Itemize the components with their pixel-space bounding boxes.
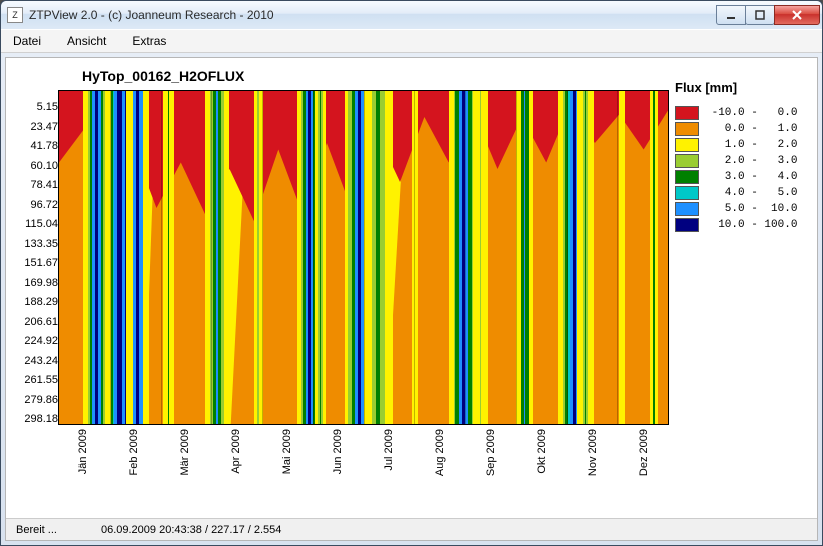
titlebar[interactable]: Z ZTPView 2.0 - (c) Joanneum Research - … — [1, 1, 822, 29]
x-axis: Jän 2009 Feb 2009 Mär 2009 Apr 2009 Mai 2009… — [58, 425, 669, 485]
x-tick: Jän 2009 — [77, 429, 89, 474]
plot-wrap: 5.1523.4741.7860.1078.4196.72115.04133.3… — [6, 58, 817, 518]
x-tick: Dez 2009 — [638, 429, 650, 476]
legend-swatch — [675, 186, 699, 200]
legend-row: 10.0 - 100.0 — [675, 217, 805, 233]
gridline — [161, 91, 162, 424]
x-tick: Sep 2009 — [485, 429, 497, 476]
statusbar: Bereit ... 06.09.2009 20:43:38 / 227.17 … — [6, 518, 817, 540]
y-tick: 188.29 — [24, 293, 58, 313]
y-tick: 78.41 — [30, 176, 58, 196]
app-window: Z ZTPView 2.0 - (c) Joanneum Research - … — [0, 0, 823, 546]
x-tick: Jul 2009 — [383, 429, 395, 471]
legend-swatch — [675, 154, 699, 168]
menubar: Datei Ansicht Extras — [1, 29, 822, 53]
x-tick: Aug 2009 — [434, 429, 446, 476]
gridline — [364, 91, 365, 424]
y-tick: 133.35 — [24, 235, 58, 255]
legend-title: Flux [mm] — [675, 80, 805, 95]
legend-row: 2.0 - 3.0 — [675, 153, 805, 169]
close-button[interactable] — [774, 5, 820, 25]
legend-swatch — [675, 170, 699, 184]
gridline — [110, 91, 111, 424]
legend-row: 0.0 - 1.0 — [675, 121, 805, 137]
legend-label: 3.0 - 4.0 — [705, 171, 797, 183]
gridline — [516, 91, 517, 424]
legend-swatch — [675, 202, 699, 216]
app-icon: Z — [7, 7, 23, 23]
x-tick: Mär 2009 — [179, 429, 191, 475]
window-title: ZTPView 2.0 - (c) Joanneum Research - 20… — [29, 8, 717, 22]
legend-label: 5.0 - 10.0 — [705, 203, 797, 215]
x-tick: Okt 2009 — [536, 429, 548, 474]
chart-heatmap[interactable] — [58, 90, 669, 425]
gridline — [465, 91, 466, 424]
menu-extras[interactable]: Extras — [126, 32, 172, 50]
y-tick: 243.24 — [24, 352, 58, 372]
y-tick: 224.92 — [24, 332, 58, 352]
y-tick: 206.61 — [24, 313, 58, 333]
legend-label: 10.0 - 100.0 — [705, 219, 797, 231]
chart-title: HyTop_00162_H2OFLUX — [58, 66, 669, 90]
y-tick: 151.67 — [24, 254, 58, 274]
y-tick: 115.04 — [25, 215, 58, 235]
gridline — [262, 91, 263, 424]
legend-row: -10.0 - 0.0 — [675, 105, 805, 121]
x-tick: Apr 2009 — [230, 429, 242, 474]
y-tick: 23.47 — [30, 118, 58, 138]
y-axis: 5.1523.4741.7860.1078.4196.72115.04133.3… — [12, 66, 58, 430]
menu-ansicht[interactable]: Ansicht — [61, 32, 112, 50]
legend-label: -10.0 - 0.0 — [705, 107, 797, 119]
x-tick: Nov 2009 — [587, 429, 599, 476]
maximize-button[interactable] — [745, 5, 775, 25]
legend-label: 4.0 - 5.0 — [705, 187, 797, 199]
y-tick: 261.55 — [24, 371, 58, 391]
y-tick: 41.78 — [30, 137, 58, 157]
gridline — [414, 91, 415, 424]
status-ready: Bereit ... — [16, 524, 57, 536]
y-tick: 96.72 — [30, 196, 58, 216]
chart-column: HyTop_00162_H2OFLUX Jän 2009 Feb 2009 Mär … — [58, 66, 669, 485]
y-tick: 60.10 — [30, 157, 58, 177]
legend-swatch — [675, 218, 699, 232]
legend-label: 1.0 - 2.0 — [705, 139, 797, 151]
y-tick: 169.98 — [24, 274, 58, 294]
y-tick: 5.15 — [37, 98, 58, 118]
legend-row: 5.0 - 10.0 — [675, 201, 805, 217]
x-tick: Feb 2009 — [128, 429, 140, 475]
legend-swatch — [675, 106, 699, 120]
y-tick: 298.18 — [24, 410, 58, 430]
window-buttons — [717, 5, 820, 25]
legend-row: 1.0 - 2.0 — [675, 137, 805, 153]
legend-swatch — [675, 122, 699, 136]
x-tick: Mai 2009 — [281, 429, 293, 474]
minimize-button[interactable] — [716, 5, 746, 25]
gridline — [313, 91, 314, 424]
legend-row: 3.0 - 4.0 — [675, 169, 805, 185]
y-tick: 279.86 — [24, 391, 58, 411]
gridline — [211, 91, 212, 424]
legend-label: 0.0 - 1.0 — [705, 123, 797, 135]
menu-datei[interactable]: Datei — [7, 32, 47, 50]
content-area: 5.1523.4741.7860.1078.4196.72115.04133.3… — [5, 57, 818, 541]
gridline — [617, 91, 618, 424]
legend: Flux [mm] -10.0 - 0.0 0.0 - 1.0 1.0 - 2.… — [669, 66, 811, 233]
x-tick: Jun 2009 — [332, 429, 344, 474]
legend-label: 2.0 - 3.0 — [705, 155, 797, 167]
legend-swatch — [675, 138, 699, 152]
status-info: 06.09.2009 20:43:38 / 227.17 / 2.554 — [101, 524, 281, 536]
gridline — [567, 91, 568, 424]
legend-row: 4.0 - 5.0 — [675, 185, 805, 201]
